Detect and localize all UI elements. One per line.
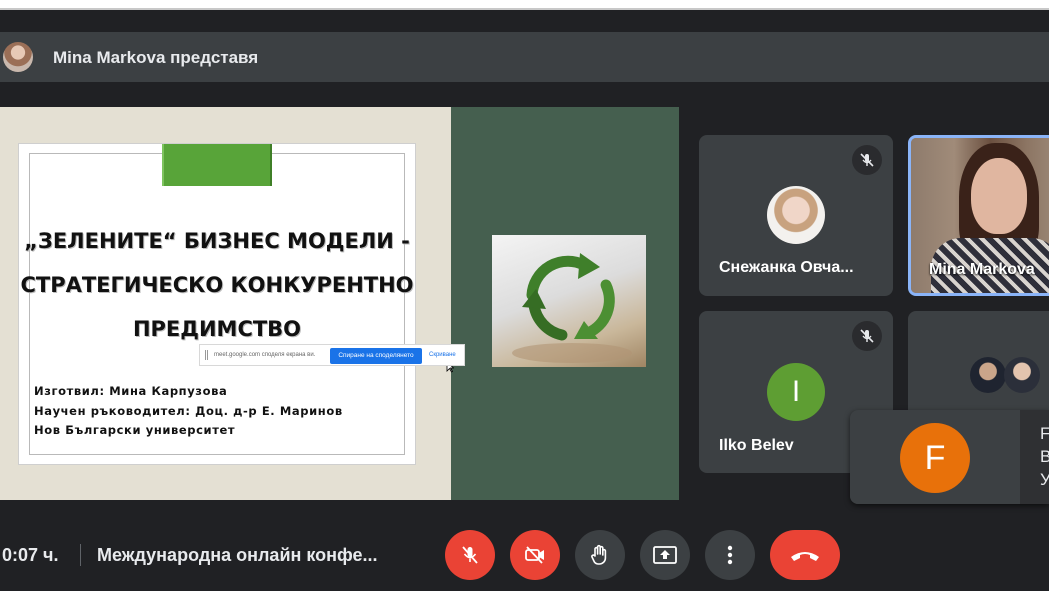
stop-sharing-button[interactable]: Спиране на споделянето bbox=[330, 348, 422, 364]
participant-name: Снежанка Овча... bbox=[719, 259, 854, 276]
avatar bbox=[970, 357, 1006, 393]
meeting-title[interactable]: Международна онлайн конфе... bbox=[97, 545, 378, 566]
slide-university: Нов Български университет bbox=[34, 423, 236, 437]
meeting-time: 0:07 ч. bbox=[2, 545, 59, 565]
presenter-banner: Mina Markova представя bbox=[0, 32, 1049, 82]
leave-call-button[interactable] bbox=[770, 530, 840, 580]
popup-line: У bbox=[1040, 470, 1049, 489]
divider bbox=[80, 544, 81, 566]
slide-author-info: Изготвил: Мина Карпузова Научен ръководи… bbox=[34, 382, 343, 441]
mic-off-icon bbox=[852, 145, 882, 175]
screen-share-notice: meet.google.com споделя екрана ви. Спира… bbox=[199, 344, 465, 366]
more-options-icon bbox=[727, 545, 733, 565]
present-now-button[interactable] bbox=[640, 530, 690, 580]
participant-name: Ilko Belev bbox=[719, 437, 794, 454]
mic-off-icon bbox=[852, 321, 882, 351]
avatar: F bbox=[900, 423, 970, 493]
slide-title-line-2: СТРАТЕГИЧЕСКО КОНКУРЕНТНО bbox=[20, 273, 414, 297]
share-notice-text: meet.google.com споделя екрана ви. bbox=[214, 352, 316, 358]
meet-window: Mina Markova представя „ЗЕЛЕНИТЕ“ БИЗНЕС… bbox=[0, 0, 1049, 591]
present-icon bbox=[653, 546, 677, 564]
raise-hand-icon bbox=[591, 544, 607, 565]
slide-supervisor: Научен ръководител: Доц. д-р Е. Маринов bbox=[34, 403, 343, 418]
avatar bbox=[767, 186, 825, 244]
recycle-icon bbox=[512, 253, 632, 363]
avatar bbox=[1004, 357, 1040, 393]
popup-line: B bbox=[1040, 447, 1049, 466]
window-top-edge bbox=[0, 0, 1049, 10]
drag-handle-icon[interactable] bbox=[205, 350, 208, 360]
mic-off-icon bbox=[462, 546, 478, 564]
participant-name: Mina Markova bbox=[929, 261, 1035, 278]
more-options-button[interactable] bbox=[705, 530, 755, 580]
popup-line: F bbox=[1040, 424, 1049, 443]
raise-hand-button[interactable] bbox=[575, 530, 625, 580]
popup-text: F B У bbox=[1040, 422, 1049, 491]
presenter-avatar bbox=[3, 42, 33, 72]
recycle-image bbox=[492, 235, 646, 367]
slide-green-tab bbox=[162, 144, 272, 186]
end-call-icon bbox=[791, 552, 819, 561]
participant-tile-active-speaker[interactable]: Mina Markova bbox=[908, 135, 1049, 296]
camera-off-icon bbox=[525, 546, 544, 564]
avatar: I bbox=[767, 363, 825, 421]
control-bar: 0:07 ч. Международна онлайн конфе... bbox=[0, 515, 1049, 591]
presentation-slide: „ЗЕЛЕНИТЕ“ БИЗНЕС МОДЕЛИ - СТРАТЕГИЧЕСКО… bbox=[19, 144, 415, 464]
presenter-label: Mina Markova представя bbox=[53, 48, 259, 67]
slide-title-line-1: „ЗЕЛЕНИТЕ“ БИЗНЕС МОДЕЛИ - bbox=[24, 229, 410, 253]
participant-popup: F F B У bbox=[850, 410, 1049, 504]
toggle-camera-button[interactable] bbox=[510, 530, 560, 580]
toggle-mic-button[interactable] bbox=[445, 530, 495, 580]
hide-notice-button[interactable]: Скриване bbox=[429, 352, 456, 358]
slide-author: Изготвил: Мина Карпузова bbox=[34, 384, 228, 398]
slide-title: „ЗЕЛЕНИТЕ“ БИЗНЕС МОДЕЛИ - СТРАТЕГИЧЕСКО… bbox=[19, 219, 415, 351]
